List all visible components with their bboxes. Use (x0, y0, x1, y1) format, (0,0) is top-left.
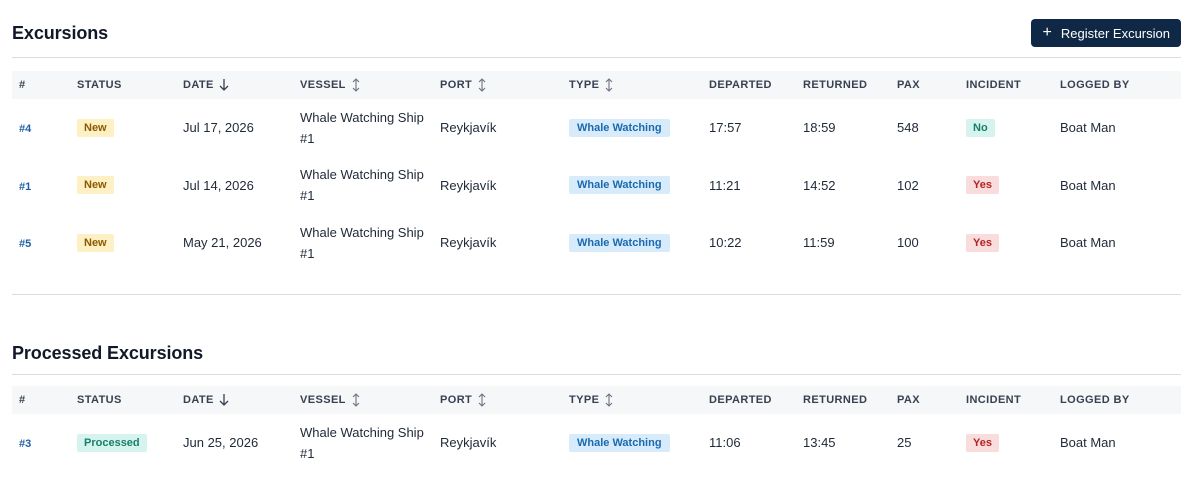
logged-by-cell: Boat Man (1060, 177, 1116, 193)
column-header-id: # (19, 394, 26, 406)
status-badge: Processed (77, 433, 147, 452)
type-badge: Whale Watching (569, 118, 670, 137)
sort-descending-icon[interactable] (219, 78, 229, 92)
pax-cell: 548 (897, 120, 919, 136)
excursions-header-row: # STATUS DATE VESSEL PORT TYPE DEPARTED … (12, 71, 1181, 99)
vessel-cell: Whale Watching Ship #1 (300, 167, 424, 204)
sort-descending-icon[interactable] (219, 393, 229, 407)
departed-cell: 11:06 (709, 435, 741, 451)
excursions-header: Excursions + Register Excursion (12, 19, 1181, 47)
returned-cell: 18:59 (803, 120, 836, 136)
sort-unsorted-icon[interactable] (477, 78, 487, 92)
register-excursion-button[interactable]: + Register Excursion (1030, 19, 1181, 47)
column-header-departed: DEPARTED (709, 79, 772, 91)
excursions-divider (12, 57, 1181, 58)
column-header-date[interactable]: DATE (183, 71, 300, 99)
type-badge: Whale Watching (569, 233, 670, 252)
column-header-incident: INCIDENT (966, 394, 1022, 406)
vessel-cell: Whale Watching Ship #1 (300, 424, 424, 461)
column-header-returned: RETURNED (803, 394, 868, 406)
sort-unsorted-icon[interactable] (604, 393, 614, 407)
date-cell: Jun 25, 2026 (183, 435, 259, 451)
port-cell: Reykjavík (440, 177, 497, 193)
type-badge: Whale Watching (569, 176, 670, 195)
column-header-type[interactable]: TYPE (569, 71, 709, 99)
returned-cell: 11:59 (803, 235, 835, 251)
column-header-logged-by: LOGGED BY (1060, 394, 1130, 406)
logged-by-cell: Boat Man (1060, 120, 1116, 136)
incident-badge: No (966, 118, 995, 137)
column-header-port[interactable]: PORT (440, 71, 569, 99)
column-header-status: STATUS (77, 79, 122, 91)
vessel-cell: Whale Watching Ship #1 (300, 224, 424, 261)
table-row[interactable]: #1 New Jul 14, 2026 Whale Watching Ship #… (12, 157, 1181, 215)
processed-divider (12, 374, 1181, 375)
logged-by-cell: Boat Man (1060, 435, 1116, 451)
column-header-pax: PAX (897, 394, 921, 406)
table-row[interactable]: #5 New May 21, 2026 Whale Watching Ship #… (12, 214, 1181, 272)
departed-cell: 10:22 (709, 235, 742, 251)
column-header-vessel[interactable]: VESSEL (300, 71, 440, 99)
column-header-pax: PAX (897, 79, 921, 91)
vessel-cell: Whale Watching Ship #1 (300, 109, 424, 146)
column-header-status: STATUS (77, 394, 122, 406)
processed-header-row: # STATUS DATE VESSEL PORT TYPE DEPARTED … (12, 386, 1181, 414)
date-cell: Jul 14, 2026 (183, 177, 254, 193)
excursions-table: # STATUS DATE VESSEL PORT TYPE DEPARTED … (12, 71, 1181, 272)
date-cell: May 21, 2026 (183, 235, 262, 251)
sort-unsorted-icon[interactable] (477, 393, 487, 407)
sort-unsorted-icon[interactable] (604, 78, 614, 92)
pax-cell: 102 (897, 177, 919, 193)
excursion-id-link[interactable]: #1 (19, 181, 31, 193)
returned-cell: 14:52 (803, 177, 836, 193)
column-header-port[interactable]: PORT (440, 386, 569, 414)
table-row[interactable]: #3 Processed Jun 25, 2026 Whale Watching… (12, 414, 1181, 472)
status-badge: New (77, 118, 114, 137)
excursion-id-link[interactable]: #5 (19, 238, 31, 250)
sort-unsorted-icon[interactable] (351, 393, 361, 407)
departed-cell: 11:21 (709, 177, 741, 193)
status-badge: New (77, 176, 114, 195)
column-header-vessel[interactable]: VESSEL (300, 386, 440, 414)
column-header-returned: RETURNED (803, 79, 868, 91)
column-header-date[interactable]: DATE (183, 386, 300, 414)
processed-table: # STATUS DATE VESSEL PORT TYPE DEPARTED … (12, 386, 1181, 472)
port-cell: Reykjavík (440, 120, 497, 136)
processed-header: Processed Excursions (12, 343, 1181, 364)
returned-cell: 13:45 (803, 435, 836, 451)
excursion-id-link[interactable]: #4 (19, 123, 31, 135)
excursions-table-bottom-divider (12, 294, 1181, 295)
status-badge: New (77, 233, 114, 252)
register-excursion-label: Register Excursion (1060, 25, 1170, 41)
port-cell: Reykjavík (440, 235, 497, 251)
pax-cell: 25 (897, 435, 912, 451)
port-cell: Reykjavík (440, 435, 497, 451)
column-header-logged-by: LOGGED BY (1060, 79, 1130, 91)
excursions-title: Excursions (12, 22, 109, 43)
excursion-id-link[interactable]: #3 (19, 438, 31, 450)
column-header-incident: INCIDENT (966, 79, 1022, 91)
plus-icon: + (1042, 23, 1052, 41)
processed-title: Processed Excursions (12, 343, 204, 363)
incident-badge: Yes (966, 233, 999, 252)
pax-cell: 100 (897, 235, 919, 251)
column-header-departed: DEPARTED (709, 394, 772, 406)
sort-unsorted-icon[interactable] (351, 78, 361, 92)
logged-by-cell: Boat Man (1060, 235, 1116, 251)
departed-cell: 17:57 (709, 120, 742, 136)
column-header-id: # (19, 79, 26, 91)
column-header-type[interactable]: TYPE (569, 386, 709, 414)
table-row[interactable]: #4 New Jul 17, 2026 Whale Watching Ship #… (12, 99, 1181, 157)
incident-badge: Yes (966, 176, 999, 195)
date-cell: Jul 17, 2026 (183, 120, 254, 136)
type-badge: Whale Watching (569, 433, 670, 452)
incident-badge: Yes (966, 433, 999, 452)
